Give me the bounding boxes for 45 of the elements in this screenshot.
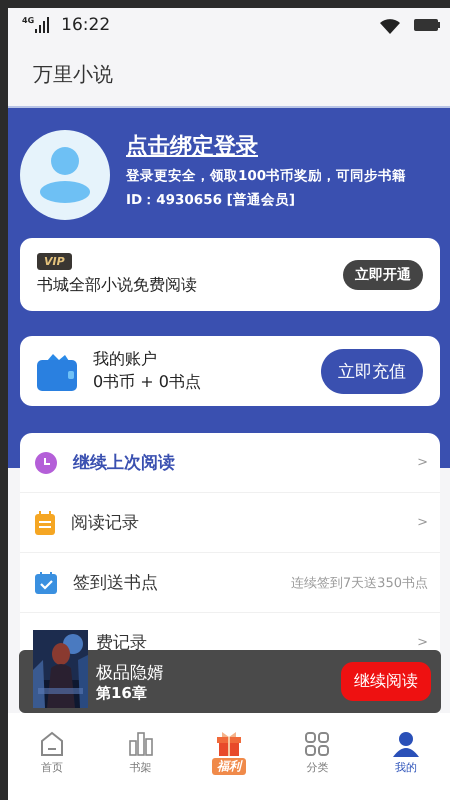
menu-hint: 连续签到7天送350书点	[290, 574, 428, 592]
signal-icon	[35, 17, 50, 33]
wifi-icon	[378, 16, 402, 34]
book-chapter: 第16章	[96, 684, 148, 702]
bookshelf-icon	[128, 731, 154, 757]
book-title: 极品隐婿	[96, 662, 165, 684]
app-title: 万里小说	[33, 60, 113, 88]
clock-icon	[35, 452, 57, 474]
account-balance: 0书币 + 0书点	[93, 372, 202, 393]
login-link[interactable]: 点击绑定登录	[126, 131, 258, 161]
gift-icon	[216, 731, 242, 757]
wallet-icon	[37, 351, 77, 391]
tab[interactable]: 首页	[8, 713, 96, 800]
chevron-icon: >	[417, 635, 428, 650]
person-icon	[40, 147, 90, 203]
chevron-icon: >	[417, 455, 428, 470]
login-hint: 登录更安全，领取100书币奖励，可同步书籍	[126, 167, 406, 185]
tab-label: 首页	[41, 760, 64, 775]
account-title: 我的账户	[93, 349, 158, 370]
notepad-icon	[35, 510, 55, 534]
menu-item[interactable]: 费记录	[96, 631, 147, 654]
promo-badge: 福利	[212, 758, 246, 775]
menu-item[interactable]: 签到送书点	[73, 571, 158, 594]
tab[interactable]: 书架	[96, 713, 185, 800]
activate-button[interactable]: 立即开通	[343, 260, 423, 290]
tab-label: 我的	[394, 760, 417, 775]
vip-badge: VIP	[37, 253, 72, 270]
tab[interactable]: 分类	[273, 713, 362, 800]
tab[interactable]: 我的	[362, 713, 450, 800]
continue-reading-button[interactable]: 继续阅读	[341, 662, 431, 701]
chevron-icon: >	[417, 515, 428, 530]
recharge-button[interactable]: 立即充值	[321, 348, 423, 394]
network-label: 4G	[22, 17, 34, 25]
person-icon	[392, 731, 419, 757]
menu-item[interactable]: 继续上次阅读	[73, 451, 175, 474]
menu-item[interactable]: 阅读记录	[71, 511, 139, 534]
grid-icon	[304, 731, 330, 757]
battery-icon	[414, 19, 440, 31]
tab-label: 分类	[306, 760, 328, 775]
status-time: 16:22	[61, 15, 110, 35]
calendar-check-icon	[35, 572, 57, 594]
vip-description: 书城全部小说免费阅读	[37, 275, 197, 296]
tab-label: 书架	[130, 760, 152, 775]
home-icon	[39, 731, 66, 757]
user-id: ID：4930656 [普通会员]	[126, 191, 296, 209]
